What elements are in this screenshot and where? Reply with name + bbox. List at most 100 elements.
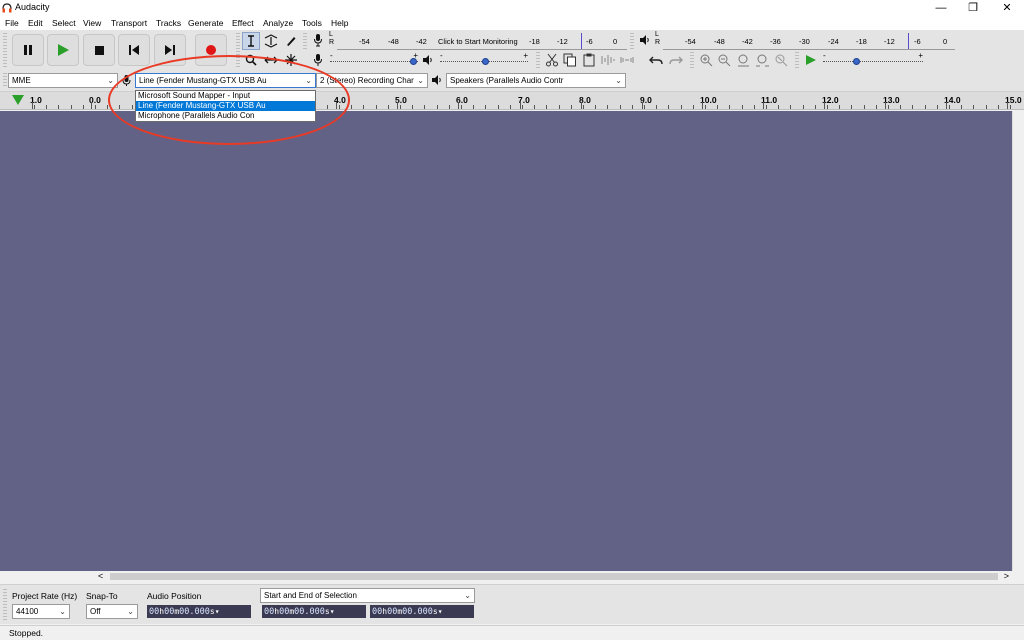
play-button[interactable]	[47, 34, 79, 66]
record-button[interactable]	[195, 34, 227, 66]
dropdown-option[interactable]: Microphone (Parallels Audio Con	[136, 111, 315, 121]
playback-meter[interactable]: -54 -48 -42 -36 -30 -24 -18 -12 -6 0	[663, 32, 955, 50]
menu-analyze[interactable]: Analyze	[263, 18, 293, 28]
selection-end-time[interactable]: 00h00m00.000s▾	[370, 605, 474, 618]
ruler-minor-tick	[58, 105, 59, 109]
paste-button[interactable]	[581, 52, 597, 68]
selection-mode-select[interactable]: Start and End of Selection ⌄	[260, 588, 475, 603]
minimize-button[interactable]: —	[924, 0, 958, 16]
menu-tracks[interactable]: Tracks	[156, 18, 181, 28]
menu-transport[interactable]: Transport	[111, 18, 147, 28]
audio-position-time[interactable]: 00h00m00.000s▾	[147, 605, 251, 618]
fit-project-button[interactable]	[754, 52, 770, 68]
menu-help[interactable]: Help	[331, 18, 348, 28]
recording-volume-slider[interactable]: - +	[330, 51, 418, 68]
pause-button[interactable]	[12, 34, 44, 66]
time-shift-tool-button[interactable]	[262, 51, 280, 69]
silence-audio-button[interactable]	[619, 52, 635, 68]
ruler-minor-tick	[607, 105, 608, 109]
scroll-right-icon[interactable]: >	[1004, 571, 1009, 581]
start-monitoring-label[interactable]: Click to Start Monitoring	[438, 37, 518, 46]
redo-button[interactable]	[668, 52, 684, 68]
selection-tool-button[interactable]	[242, 32, 260, 50]
undo-icon	[649, 56, 663, 65]
ruler-minor-tick	[681, 105, 682, 109]
audio-host-select[interactable]: MME ⌄	[8, 73, 118, 88]
zoom-tool-button[interactable]	[242, 51, 260, 69]
play-at-speed-button[interactable]	[803, 52, 819, 68]
ruler-minor-tick	[729, 105, 730, 109]
playback-meter-button[interactable]	[637, 32, 653, 48]
menu-select[interactable]: Select	[52, 18, 76, 28]
skip-to-start-button[interactable]	[118, 34, 150, 66]
toolbar-grip[interactable]	[690, 52, 694, 68]
toolbar-grip[interactable]	[303, 33, 307, 49]
snap-to-select[interactable]: Off ⌄	[86, 604, 138, 619]
project-rate-select[interactable]: 44100 ⌄	[12, 604, 70, 619]
ruler-minor-tick	[34, 105, 35, 109]
toolbar-grip[interactable]	[236, 33, 240, 69]
playback-volume-slider[interactable]: - +	[440, 51, 528, 68]
close-button[interactable]: ✕	[990, 0, 1024, 16]
toolbar-grip[interactable]	[630, 33, 634, 49]
record-meter-button[interactable]	[310, 32, 326, 48]
fit-selection-button[interactable]	[735, 52, 751, 68]
speaker-icon	[432, 75, 441, 85]
recording-device-select[interactable]: Line (Fender Mustang-GTX USB Au ⌄	[135, 73, 316, 88]
toolbar-grip[interactable]	[536, 52, 540, 68]
cut-button[interactable]	[544, 52, 560, 68]
menu-view[interactable]: View	[83, 18, 101, 28]
trim-audio-button[interactable]	[600, 52, 616, 68]
menu-tools[interactable]: Tools	[302, 18, 322, 28]
audio-position-label: Audio Position	[147, 591, 202, 601]
scroll-thumb[interactable]	[110, 573, 998, 580]
slider-knob[interactable]	[853, 58, 860, 65]
ruler-minor-tick	[693, 105, 694, 109]
stop-button[interactable]	[83, 34, 115, 66]
toolbar-grip[interactable]	[795, 52, 799, 68]
ruler-minor-tick	[363, 105, 364, 109]
pencil-icon	[287, 37, 296, 46]
dropdown-option[interactable]: Microsoft Sound Mapper - Input	[136, 91, 315, 101]
toolbar-grip[interactable]	[3, 73, 7, 88]
copy-button[interactable]	[562, 52, 578, 68]
meter-label: 0	[943, 37, 948, 46]
track-area[interactable]	[0, 111, 1012, 571]
ruler-minor-tick	[351, 105, 352, 109]
scroll-left-icon[interactable]: <	[98, 571, 103, 581]
record-meter[interactable]: -54 -48 -42 Click to Start Monitoring -1…	[337, 32, 627, 50]
ruler-minor-tick	[534, 105, 535, 109]
copy-icon	[563, 53, 576, 67]
ruler-major-tick	[91, 102, 92, 109]
slider-knob[interactable]	[482, 58, 489, 65]
undo-button[interactable]	[648, 52, 664, 68]
ruler-minor-tick	[71, 105, 72, 109]
menu-file[interactable]: File	[5, 18, 19, 28]
play-speed-slider[interactable]: - +	[823, 51, 923, 68]
skip-to-end-button[interactable]	[154, 34, 186, 66]
envelope-tool-button[interactable]	[262, 32, 280, 50]
play-head-icon[interactable]	[12, 95, 24, 106]
vertical-scrollbar[interactable]	[1012, 111, 1024, 571]
chevron-down-icon: ⌄	[305, 76, 312, 85]
playback-device-select[interactable]: Speakers (Parallels Audio Contr ⌄	[446, 73, 626, 88]
slider-knob[interactable]	[410, 58, 417, 65]
zoom-toggle-button[interactable]	[773, 52, 789, 68]
toolbar-grip[interactable]	[3, 589, 7, 621]
recording-channels-select[interactable]: 2 (Stereo) Recording Char ⌄	[316, 73, 428, 88]
dropdown-option-selected[interactable]: Line (Fender Mustang-GTX USB Au	[136, 101, 315, 111]
menu-generate[interactable]: Generate	[188, 18, 223, 28]
ruler-major-tick	[520, 102, 521, 109]
selection-start-time[interactable]: 00h00m00.000s▾	[262, 605, 366, 618]
toolbar-grip[interactable]	[3, 33, 7, 69]
zoom-in-button[interactable]	[698, 52, 714, 68]
ruler-minor-tick	[498, 105, 499, 109]
horizontal-scrollbar[interactable]: < >	[96, 571, 1012, 582]
zoom-out-button[interactable]	[716, 52, 732, 68]
multi-tool-button[interactable]	[282, 51, 300, 69]
restore-button[interactable]: ❐	[956, 0, 990, 16]
draw-tool-button[interactable]	[282, 32, 300, 50]
menu-edit[interactable]: Edit	[28, 18, 43, 28]
menu-effect[interactable]: Effect	[232, 18, 254, 28]
ruler-minor-tick	[668, 105, 669, 109]
